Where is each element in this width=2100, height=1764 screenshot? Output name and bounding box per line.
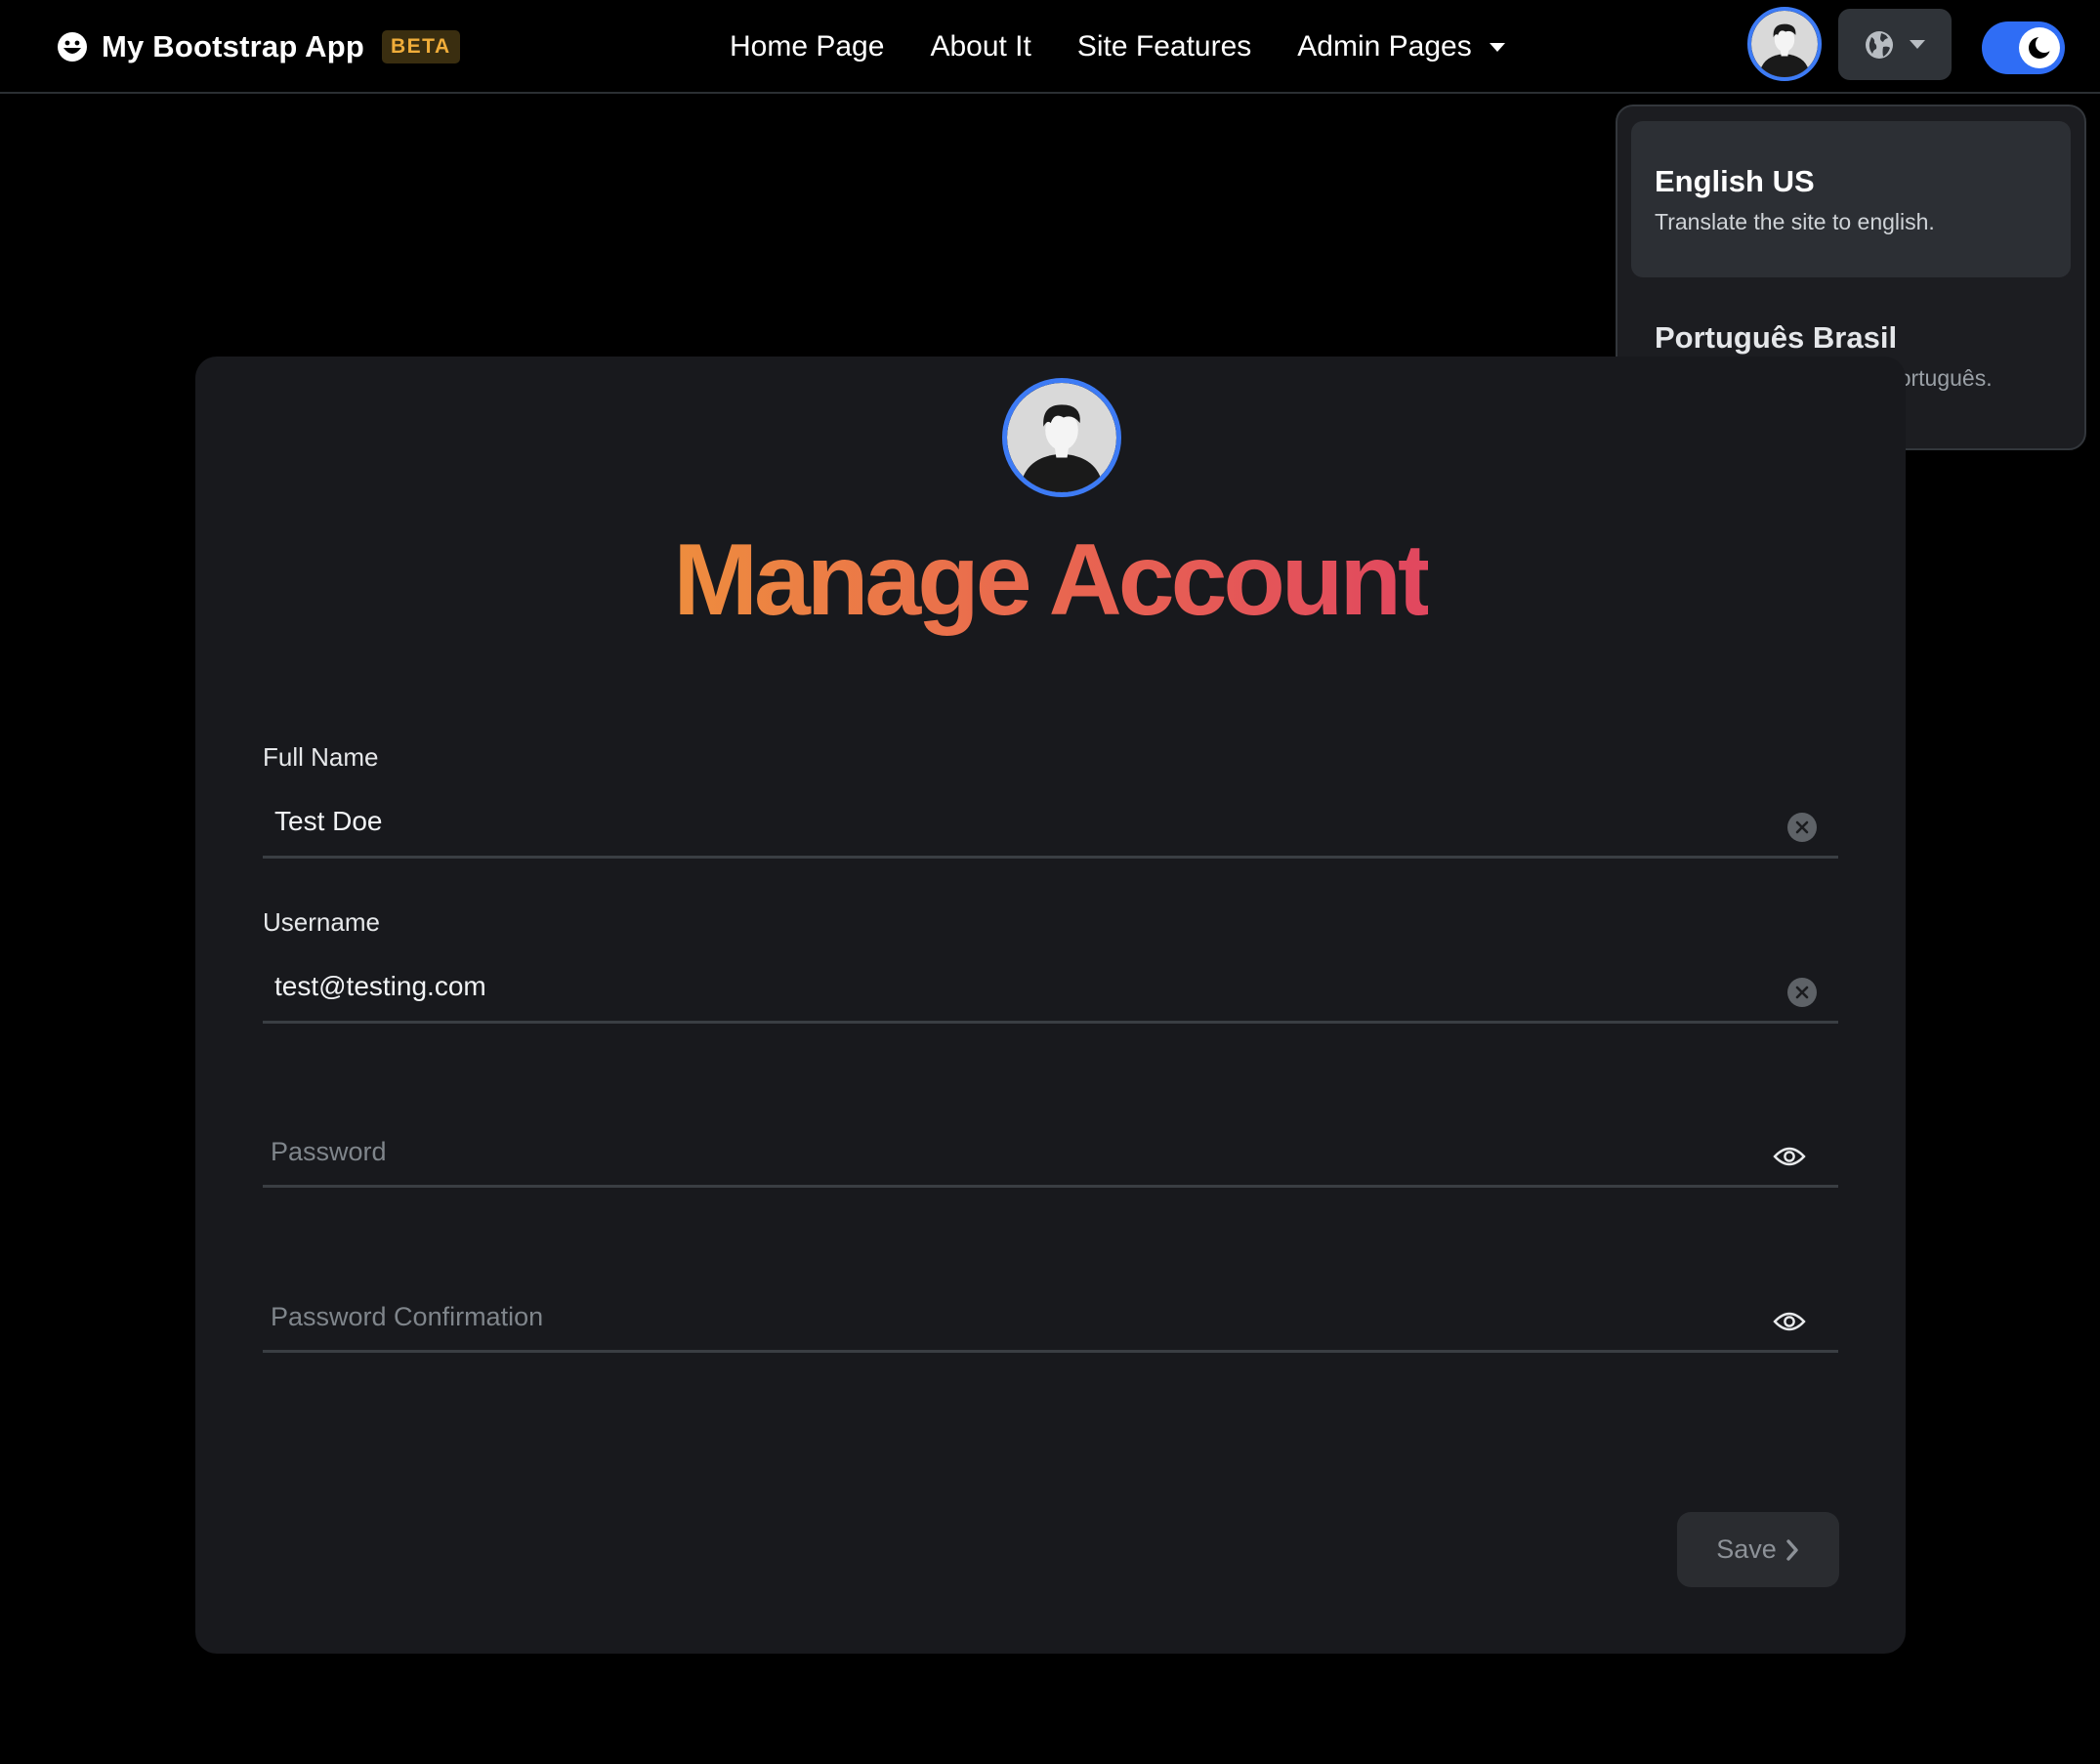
eye-icon[interactable] — [1773, 1145, 1806, 1168]
clear-icon[interactable] — [1786, 977, 1818, 1008]
save-button-label: Save — [1716, 1534, 1777, 1564]
dark-mode-toggle[interactable] — [1982, 21, 2065, 74]
smile-icon — [58, 32, 87, 62]
password-placeholder: Password — [271, 1137, 387, 1166]
page-title: Manage Account — [673, 524, 1431, 637]
full-name-label: Full Name — [263, 742, 379, 772]
password-confirmation-placeholder: Password Confirmation — [271, 1302, 544, 1331]
username-label: Username — [263, 907, 380, 937]
user-avatar-icon — [1007, 383, 1116, 492]
username-input[interactable]: test@testing.com — [263, 961, 1838, 1024]
toggle-knob — [2019, 27, 2060, 68]
language-option-title: Português Brasil — [1655, 320, 1898, 355]
brand[interactable]: My Bootstrap App BETA — [57, 23, 460, 70]
caret-down-icon — [1910, 40, 1925, 49]
chevron-right-icon — [1786, 1538, 1798, 1561]
nav-links: Home Page About It Site Features Admin P… — [730, 23, 1505, 70]
full-name-input[interactable]: Test Doe — [263, 796, 1838, 859]
nav-link-about[interactable]: About It — [930, 30, 1030, 63]
user-avatar-button[interactable] — [1747, 7, 1822, 81]
moon-icon — [2029, 35, 2053, 59]
user-avatar-icon — [1751, 11, 1818, 77]
language-option-title: English US — [1655, 164, 1815, 198]
caret-down-icon — [1489, 42, 1505, 52]
nav-link-features[interactable]: Site Features — [1077, 30, 1251, 63]
globe-icon — [1866, 30, 1893, 59]
manage-account-card: Manage Account Full Name Test Doe Userna… — [195, 357, 1906, 1654]
eye-icon[interactable] — [1773, 1310, 1806, 1333]
brand-name: My Bootstrap App — [102, 29, 364, 63]
nav-dropdown-admin[interactable]: Admin Pages — [1297, 30, 1505, 63]
username-value: test@testing.com — [274, 971, 486, 1001]
password-input[interactable]: Password — [263, 1125, 1838, 1188]
password-confirmation-input[interactable]: Password Confirmation — [263, 1290, 1838, 1353]
language-option-english[interactable]: English US Translate the site to english… — [1631, 121, 2071, 277]
save-button[interactable]: Save — [1677, 1512, 1839, 1587]
nav-link-home[interactable]: Home Page — [730, 30, 884, 63]
clear-icon[interactable] — [1786, 812, 1818, 843]
top-navbar: My Bootstrap App BETA Home Page About It… — [0, 0, 2100, 94]
beta-badge: BETA — [382, 30, 460, 63]
language-dropdown-button[interactable] — [1838, 9, 1952, 80]
language-option-description: Translate the site to english. — [1655, 209, 1935, 234]
nav-dropdown-admin-label: Admin Pages — [1297, 30, 1472, 63]
full-name-value: Test Doe — [274, 806, 383, 836]
profile-avatar[interactable] — [1002, 378, 1121, 497]
